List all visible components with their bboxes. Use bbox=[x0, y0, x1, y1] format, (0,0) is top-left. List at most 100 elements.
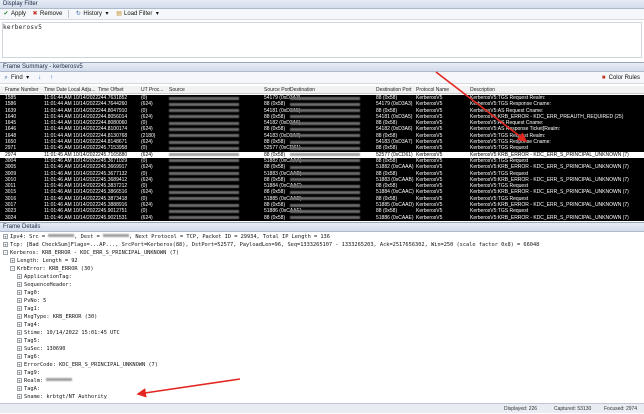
summary-toolbar-right: ■ Color Rules bbox=[601, 73, 644, 83]
tree-node-label: Kerberos: KRB_ERROR - KDC_ERR_S_PRINCIPA… bbox=[10, 250, 179, 256]
tree-node[interactable]: -KrbError: KRB_ERROR (30) bbox=[10, 265, 94, 273]
tree-node-label: ApplicationTag: bbox=[24, 274, 72, 280]
tree-node[interactable]: +TagA: bbox=[17, 385, 40, 393]
col-ut-process[interactable]: UT Proc... bbox=[141, 86, 163, 94]
tree-node[interactable]: -Kerberos: KRB_ERROR - KDC_ERR_S_PRINCIP… bbox=[3, 249, 179, 257]
expand-icon[interactable]: + bbox=[17, 282, 22, 287]
history-label: History bbox=[83, 9, 102, 19]
expand-icon[interactable]: + bbox=[17, 378, 22, 383]
expand-icon[interactable]: + bbox=[3, 234, 8, 239]
chevron-down-icon: ▾ bbox=[104, 11, 110, 17]
tree-node-label: Tag5: bbox=[24, 338, 40, 344]
expand-icon[interactable]: + bbox=[17, 290, 22, 295]
tree-node-label: PvNo: 5 bbox=[24, 298, 46, 304]
tree-node[interactable]: +Tag1: bbox=[17, 305, 40, 313]
expand-icon[interactable]: + bbox=[17, 370, 22, 375]
tree-node[interactable]: +MsgType: KRB_ERROR (30) bbox=[17, 313, 97, 321]
tree-node[interactable]: +PvNo: 5 bbox=[17, 297, 46, 305]
display-filter-toolbar: ✔ Apply ✖ Remove ↻ History ▾ ▤ Load Filt… bbox=[0, 9, 644, 20]
load-filter-button[interactable]: ▤ Load Filter ▾ bbox=[116, 9, 160, 19]
remove-label: Remove bbox=[40, 9, 62, 19]
col-time[interactable]: Time Date Local Adju... bbox=[44, 86, 96, 94]
apply-icon: ✔ bbox=[3, 11, 9, 17]
expand-icon[interactable]: + bbox=[17, 306, 22, 311]
find-button[interactable]: ⌕ Find ▾ bbox=[3, 73, 31, 83]
history-icon: ↻ bbox=[75, 11, 81, 17]
col-time-offset[interactable]: Time Offset bbox=[98, 86, 124, 94]
tree-node-label: ErrorCode: KDC_ERR_S_PRINCIPAL_UNKNOWN (… bbox=[24, 362, 158, 368]
tree-node-label: TagA: bbox=[24, 386, 40, 392]
apply-button[interactable]: ✔ Apply bbox=[3, 9, 26, 19]
tree-node[interactable]: +Tag9: bbox=[17, 369, 40, 377]
expand-icon[interactable]: + bbox=[17, 394, 22, 399]
tree-node[interactable]: +SequenceHeader: bbox=[17, 281, 72, 289]
chevron-down-icon: ▾ bbox=[25, 75, 31, 81]
tree-node[interactable]: +Length: Length = 92 bbox=[10, 257, 78, 265]
expand-icon[interactable]: + bbox=[17, 298, 22, 303]
expand-icon[interactable]: + bbox=[10, 258, 15, 263]
frame-details-tree: +Ipv4: Src = , Dest = , Next Protocol = … bbox=[0, 233, 644, 403]
color-rules-button[interactable]: ■ Color Rules bbox=[601, 73, 640, 83]
col-protocol-name[interactable]: Protocol Name bbox=[416, 86, 449, 94]
col-frame-number[interactable]: Frame Number bbox=[5, 86, 39, 94]
filter-text-area[interactable] bbox=[2, 22, 642, 58]
col-destination-port[interactable]: Destination Port bbox=[376, 86, 412, 94]
remove-button[interactable]: ✖ Remove bbox=[32, 9, 62, 19]
find-label: Find bbox=[11, 73, 23, 83]
tree-node-label: SequenceHeader: bbox=[24, 282, 72, 288]
tree-node-label: Tag1: bbox=[24, 306, 40, 312]
tree-node[interactable]: +Tag5: bbox=[17, 337, 40, 345]
frame-summary-grid[interactable]: 158511:01:44 AM 10/14/2022244.7631852(0)… bbox=[0, 95, 644, 221]
col-description[interactable]: Description bbox=[470, 86, 495, 94]
color-rules-label: Color Rules bbox=[609, 73, 640, 83]
palette-icon: ■ bbox=[601, 75, 607, 81]
expand-icon[interactable]: + bbox=[17, 386, 22, 391]
expand-icon[interactable]: + bbox=[17, 338, 22, 343]
history-button[interactable]: ↻ History ▾ bbox=[75, 9, 110, 19]
tree-node-label: SuSec: 130690 bbox=[24, 346, 65, 352]
tree-node[interactable]: +Realm: bbox=[17, 377, 72, 385]
redacted-value bbox=[46, 378, 72, 381]
expand-icon[interactable]: + bbox=[17, 314, 22, 319]
find-icon: ⌕ bbox=[3, 75, 9, 81]
tree-node-label: Ipv4: Src = bbox=[10, 234, 48, 240]
tree-node-label: MsgType: KRB_ERROR (30) bbox=[24, 314, 97, 320]
tree-node[interactable]: +Tag6: bbox=[17, 353, 40, 361]
frame-summary-pane: Frame Summary - kerberosv5 ⌕ Find ▾ ↓ ↑ … bbox=[0, 62, 644, 220]
find-previous-button[interactable]: ↑ bbox=[49, 75, 55, 81]
col-source[interactable]: Source bbox=[169, 86, 185, 94]
tree-node-label: Tag6: bbox=[24, 354, 40, 360]
tree-node[interactable]: +Ipv4: Src = , Dest = , Next Protocol = … bbox=[3, 233, 330, 241]
arrow-up-icon: ↑ bbox=[49, 75, 55, 81]
tree-node-label-suffix: , Dest = bbox=[74, 234, 103, 240]
tree-node-label: Sname: krbtgt/NT Authority bbox=[24, 394, 107, 400]
remove-icon: ✖ bbox=[32, 11, 38, 17]
tree-node[interactable]: +Tag0: bbox=[17, 289, 40, 297]
expand-icon[interactable]: + bbox=[17, 354, 22, 359]
tree-node[interactable]: +ApplicationTag: bbox=[17, 273, 72, 281]
collapse-icon[interactable]: - bbox=[10, 266, 15, 271]
tree-node[interactable]: +Tcp: [Bad CheckSum]Flags=...AP..., SrcP… bbox=[3, 241, 539, 249]
tree-node-label: Tag0: bbox=[24, 290, 40, 296]
tree-node-label: Tag4: bbox=[24, 322, 40, 328]
tree-node-label: Length: Length = 92 bbox=[17, 258, 78, 264]
expand-icon[interactable]: + bbox=[17, 362, 22, 367]
expand-icon[interactable]: + bbox=[17, 274, 22, 279]
expand-icon[interactable]: + bbox=[3, 242, 8, 247]
frame-summary-title: Frame Summary - kerberosv5 bbox=[0, 63, 644, 72]
collapse-icon[interactable]: - bbox=[3, 250, 8, 255]
expand-icon[interactable]: + bbox=[17, 346, 22, 351]
tree-node[interactable]: +Sname: krbtgt/NT Authority bbox=[17, 393, 107, 401]
redacted-value bbox=[103, 234, 129, 237]
summary-column-headers: Frame Number Time Date Local Adju... Tim… bbox=[0, 86, 644, 94]
expand-icon[interactable]: + bbox=[17, 322, 22, 327]
col-source-port[interactable]: Source Port bbox=[264, 86, 290, 94]
expand-icon[interactable]: + bbox=[17, 330, 22, 335]
find-next-button[interactable]: ↓ bbox=[37, 75, 43, 81]
tree-node[interactable]: +Tag4: bbox=[17, 321, 40, 329]
col-destination[interactable]: Destination bbox=[290, 86, 315, 94]
tree-node[interactable]: +Stime: 10/14/2022 15:01:45 UTC bbox=[17, 329, 120, 337]
tree-node[interactable]: +ErrorCode: KDC_ERR_S_PRINCIPAL_UNKNOWN … bbox=[17, 361, 158, 369]
tree-node[interactable]: +SuSec: 130690 bbox=[17, 345, 65, 353]
frame-summary-toolbar: ⌕ Find ▾ ↓ ↑ ■ Color Rules bbox=[0, 72, 644, 84]
